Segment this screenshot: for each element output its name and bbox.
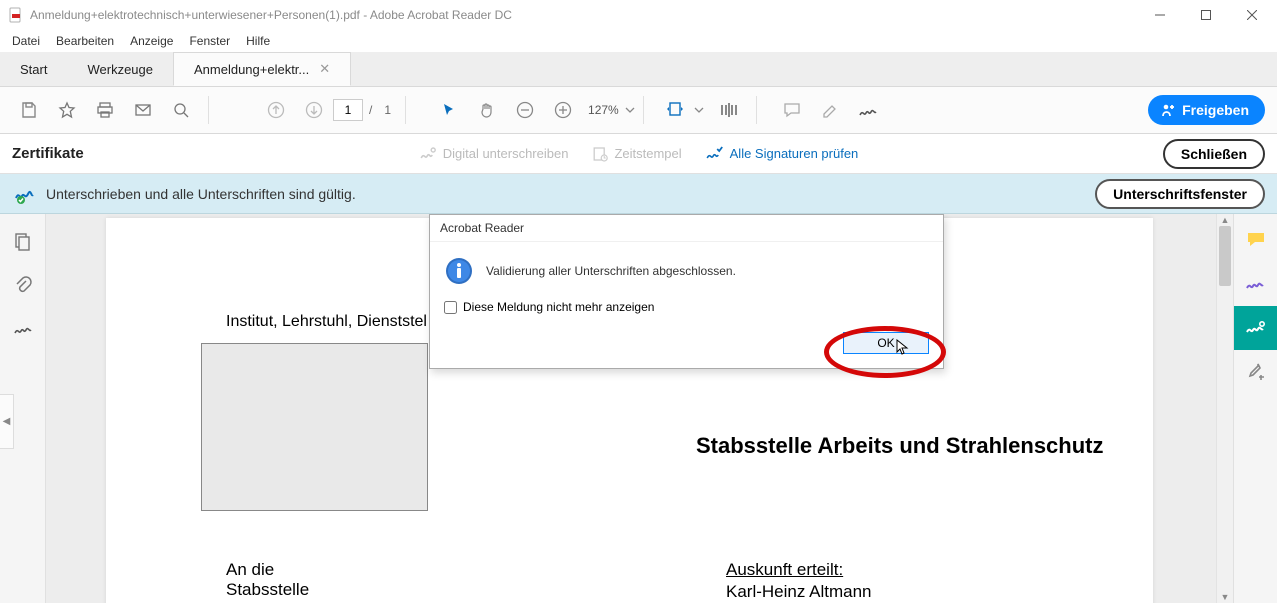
fill-sign-icon[interactable] xyxy=(1234,262,1277,306)
dialog-ok-button[interactable]: OK xyxy=(843,332,929,354)
doc-recipient: An die Stabsstelle xyxy=(226,560,309,600)
vertical-scrollbar[interactable]: ▲ ▼ xyxy=(1216,214,1233,603)
info-icon xyxy=(444,256,474,286)
doc-heading: Stabsstelle Arbeits und Strahlenschutz xyxy=(696,433,1104,459)
menu-edit[interactable]: Bearbeiten xyxy=(48,32,122,50)
signatures-panel-icon[interactable] xyxy=(13,320,33,338)
signature-status-text: Unterschrieben und alle Unterschriften s… xyxy=(46,186,356,202)
tab-start-label: Start xyxy=(20,62,47,77)
page-down-icon[interactable] xyxy=(297,93,331,127)
cert-verify-all[interactable]: Alle Signaturen prüfen xyxy=(706,146,859,162)
scroll-up-icon[interactable]: ▲ xyxy=(1217,214,1233,226)
document-tabs: Start Werkzeuge Anmeldung+elektr... ✕ xyxy=(0,52,1277,87)
toolbar-separator xyxy=(643,96,644,124)
dialog-title: Acrobat Reader xyxy=(430,215,943,242)
share-button[interactable]: Freigeben xyxy=(1148,95,1265,125)
toolbar-separator xyxy=(405,96,406,124)
menu-help[interactable]: Hilfe xyxy=(238,32,278,50)
save-icon[interactable] xyxy=(12,93,46,127)
menu-bar: Datei Bearbeiten Anzeige Fenster Hilfe xyxy=(0,30,1277,52)
doc-line-institut: Institut, Lehrstuhl, Dienststel xyxy=(226,313,427,331)
minimize-button[interactable] xyxy=(1137,0,1183,30)
fit-width-icon[interactable] xyxy=(658,93,692,127)
toolbar-separator xyxy=(756,96,757,124)
zoom-in-icon[interactable] xyxy=(546,93,580,127)
signature-status-bar: Unterschrieben und alle Unterschriften s… xyxy=(0,174,1277,214)
right-rail xyxy=(1233,214,1277,603)
comment-panel-icon[interactable] xyxy=(1234,218,1277,262)
title-bar: Anmeldung+elektrotechnisch+unterwiesener… xyxy=(0,0,1277,30)
dialog-message: Validierung aller Unterschriften abgesch… xyxy=(486,264,736,278)
search-icon[interactable] xyxy=(164,93,198,127)
pdf-app-icon xyxy=(8,7,24,23)
dialog-checkbox-label: Diese Meldung nicht mehr anzeigen xyxy=(463,300,654,314)
cert-timestamp-label: Zeitstempel xyxy=(614,146,681,161)
main-toolbar: / 1 127% Freigeben xyxy=(0,87,1277,134)
chevron-down-icon[interactable] xyxy=(694,105,704,115)
pointer-icon[interactable] xyxy=(432,93,466,127)
scrollbar-thumb[interactable] xyxy=(1219,226,1231,286)
scroll-down-icon[interactable]: ▼ xyxy=(1217,591,1233,603)
validation-dialog: Acrobat Reader Validierung aller Untersc… xyxy=(429,214,944,369)
attachments-icon[interactable] xyxy=(14,276,32,296)
more-tools-icon[interactable] xyxy=(1234,350,1277,394)
tab-tools-label: Werkzeuge xyxy=(87,62,153,77)
signature-panel -button-label: Unterschriftsfenster xyxy=(1113,186,1247,202)
doc-image-placeholder xyxy=(201,343,428,511)
menu-view[interactable]: Anzeige xyxy=(122,32,181,50)
document-view[interactable]: Institut, Lehrstuhl, Dienststel Stabsste… xyxy=(46,214,1233,603)
menu-window[interactable]: Fenster xyxy=(181,32,238,50)
thumbnails-icon[interactable] xyxy=(13,232,33,252)
certificates-tool-icon[interactable] xyxy=(1234,306,1277,350)
signature-valid-icon xyxy=(14,184,36,204)
signature-panel-button[interactable]: Unterschriftsfenster xyxy=(1095,179,1265,209)
left-rail: ◀ xyxy=(0,214,46,603)
workspace: ◀ Institut, Lehrstuhl, Dienststel Stabss… xyxy=(0,214,1277,603)
comment-icon[interactable] xyxy=(775,93,809,127)
doc-to-line2: Stabsstelle xyxy=(226,580,309,599)
close-button[interactable] xyxy=(1229,0,1275,30)
cert-close-button[interactable]: Schließen xyxy=(1163,139,1265,169)
tab-tools[interactable]: Werkzeuge xyxy=(67,52,173,86)
page-display-icon[interactable] xyxy=(712,93,746,127)
cert-verify-label: Alle Signaturen prüfen xyxy=(730,146,859,161)
hand-icon[interactable] xyxy=(470,93,504,127)
certificate-title: Zertifikate xyxy=(12,145,84,162)
zoom-level[interactable]: 127% xyxy=(582,103,625,117)
tab-start[interactable]: Start xyxy=(0,52,67,86)
toolbar-separator xyxy=(208,96,209,124)
mouse-cursor-icon xyxy=(896,339,910,355)
page-total: 1 xyxy=(384,103,391,117)
highlight-icon[interactable] xyxy=(813,93,847,127)
tab-document-label: Anmeldung+elektr... xyxy=(194,62,309,77)
mail-icon[interactable] xyxy=(126,93,160,127)
dialog-ok-label: OK xyxy=(877,336,894,350)
page-separator: / xyxy=(369,103,372,117)
maximize-button[interactable] xyxy=(1183,0,1229,30)
share-label: Freigeben xyxy=(1182,102,1249,118)
doc-to-line1: An die xyxy=(226,560,274,579)
dialog-dont-show-checkbox[interactable] xyxy=(444,301,457,314)
cert-sign[interactable]: Digital unterschreiben xyxy=(419,146,569,162)
certificate-toolbar: Zertifikate Digital unterschreiben Zeits… xyxy=(0,134,1277,174)
tab-close-icon[interactable]: ✕ xyxy=(319,61,330,77)
chevron-down-icon[interactable] xyxy=(625,105,635,115)
window-controls xyxy=(1137,0,1275,30)
expand-panel-handle[interactable]: ◀ xyxy=(0,394,14,449)
zoom-out-icon[interactable] xyxy=(508,93,542,127)
window-title: Anmeldung+elektrotechnisch+unterwiesener… xyxy=(30,8,1137,22)
page-up-icon[interactable] xyxy=(259,93,293,127)
menu-file[interactable]: Datei xyxy=(4,32,48,50)
cert-timestamp[interactable]: Zeitstempel xyxy=(592,146,681,162)
page-number-input[interactable] xyxy=(333,99,363,121)
signature-icon[interactable] xyxy=(851,93,885,127)
tab-document[interactable]: Anmeldung+elektr... ✕ xyxy=(173,52,351,86)
star-icon[interactable] xyxy=(50,93,84,127)
cert-close-label: Schließen xyxy=(1181,146,1247,162)
cert-sign-label: Digital unterschreiben xyxy=(443,146,569,161)
print-icon[interactable] xyxy=(88,93,122,127)
doc-info-name: Karl-Heinz Altmann xyxy=(726,582,872,602)
doc-info-label: Auskunft erteilt: xyxy=(726,560,843,580)
